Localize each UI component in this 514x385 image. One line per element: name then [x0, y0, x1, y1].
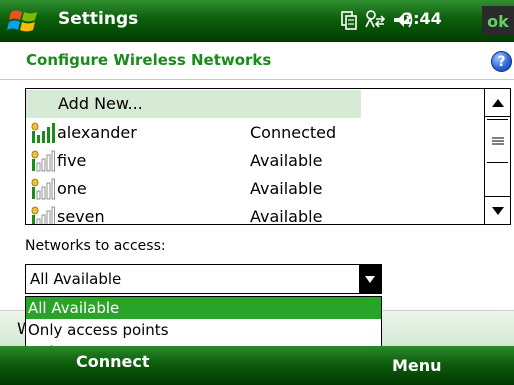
help-icon[interactable]: ?: [491, 51, 512, 72]
arrow-up-icon: [492, 98, 504, 107]
page-title: Configure Wireless Networks: [26, 51, 272, 69]
network-item-five[interactable]: five Available: [26, 147, 486, 175]
connect-softkey[interactable]: Connect: [76, 352, 150, 371]
menu-softkey[interactable]: Menu: [392, 356, 442, 375]
network-status: Available: [250, 151, 323, 170]
scroll-thumb[interactable]: [487, 119, 508, 163]
grip-icon: [491, 137, 504, 145]
dropdown-option-all-available[interactable]: All Available: [26, 297, 381, 319]
network-status: Available: [250, 179, 323, 198]
network-item-one[interactable]: one Available: [26, 175, 486, 203]
title-text: Settings: [58, 9, 139, 29]
network-list-scrollbar[interactable]: [484, 89, 510, 224]
add-new-network-item[interactable]: Add New...: [26, 90, 361, 118]
title-bar: Settings 2:44 ok: [0, 0, 514, 42]
network-name: five: [57, 151, 87, 170]
network-status: Connected: [250, 123, 337, 142]
page-header: Configure Wireless Networks ?: [0, 42, 514, 80]
connectivity-icon[interactable]: [364, 9, 388, 31]
signal-weak-icon: [31, 150, 55, 172]
select-value: All Available: [30, 270, 122, 288]
scroll-down-button[interactable]: [485, 196, 510, 224]
network-item-alexander[interactable]: alexander Connected: [26, 119, 486, 147]
ok-button[interactable]: ok: [482, 6, 514, 36]
network-name: seven: [57, 207, 105, 225]
signal-weak-icon: [31, 206, 55, 224]
signal-weak-icon: [31, 178, 55, 200]
network-name: alexander: [57, 123, 137, 142]
network-name: one: [57, 179, 87, 198]
arrow-down-icon: [492, 206, 504, 215]
network-list[interactable]: Add New... alexander Connected five Avai…: [25, 88, 511, 225]
scroll-up-button[interactable]: [485, 89, 510, 117]
chevron-down-icon: [365, 275, 375, 283]
signal-full-icon: [31, 122, 55, 143]
networks-to-access-label: Networks to access:: [25, 238, 166, 254]
select-dropdown-button[interactable]: [359, 265, 381, 293]
dropdown-option-only-access-points[interactable]: Only access points: [26, 319, 381, 341]
network-item-seven[interactable]: seven Available: [26, 203, 486, 225]
windows-start-icon[interactable]: [7, 6, 41, 36]
network-status: Available: [250, 207, 323, 225]
clock[interactable]: 2:44: [402, 9, 442, 28]
sync-icon[interactable]: [340, 9, 358, 31]
networks-to-access-select[interactable]: All Available: [25, 264, 382, 294]
softkey-bar: Connect Menu: [0, 346, 514, 385]
